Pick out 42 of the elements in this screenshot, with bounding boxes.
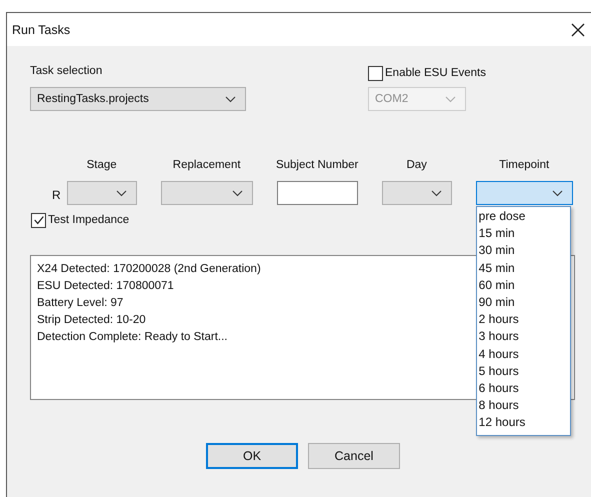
chevron-down-icon xyxy=(225,96,236,102)
cancel-button[interactable]: Cancel xyxy=(308,443,400,469)
chevron-down-icon xyxy=(116,190,127,196)
task-dropdown[interactable]: RestingTasks.projects xyxy=(30,87,246,111)
list-item[interactable]: pre dose xyxy=(478,208,570,226)
row-label: R xyxy=(52,188,61,204)
log-line: ESU Detected: 170800071 xyxy=(37,279,174,294)
chevron-down-icon xyxy=(232,190,243,196)
log-line: Strip Detected: 10-20 xyxy=(37,313,146,328)
list-item[interactable]: 4 hours xyxy=(478,346,570,363)
checkbox-label[interactable]: Enable ESU Events xyxy=(385,67,486,79)
chevron-down-icon xyxy=(552,190,563,196)
list-item[interactable]: 45 min xyxy=(478,260,570,277)
close-icon[interactable] xyxy=(571,22,585,36)
log-line: Battery Level: 97 xyxy=(37,296,124,311)
checkbox[interactable] xyxy=(31,212,46,228)
checkbox[interactable] xyxy=(368,66,383,80)
chevron-down-icon xyxy=(430,190,442,196)
log-line: X24 Detected: 170200028 (2nd Generation) xyxy=(37,262,261,277)
subject-number-field[interactable] xyxy=(276,181,358,205)
column-header: Replacement xyxy=(172,159,242,173)
list-item[interactable]: 2 hours xyxy=(478,311,570,328)
list-item[interactable]: 15 min xyxy=(478,225,570,242)
column-header: Timepoint xyxy=(498,159,550,173)
list-item[interactable]: 90 min xyxy=(478,294,570,312)
list-item[interactable]: 30 min xyxy=(478,242,570,260)
list-item[interactable]: 8 hours xyxy=(478,397,570,414)
list-item[interactable]: 3 hours xyxy=(478,328,570,346)
list-item[interactable]: 5 hours xyxy=(478,362,570,380)
log-line: Detection Complete: Ready to Start... xyxy=(37,330,228,345)
window-title: Run Tasks xyxy=(12,22,70,36)
field-label: Task selection xyxy=(30,65,104,79)
checkbox-label[interactable]: Test Impedance xyxy=(48,214,130,226)
dropdown[interactable] xyxy=(476,181,573,205)
ok-button[interactable]: OK xyxy=(206,443,298,469)
column-header: Day xyxy=(405,159,428,173)
chevron-down-icon xyxy=(445,96,456,102)
column-header: Stage xyxy=(86,159,118,173)
list-item[interactable]: 12 hours xyxy=(478,414,570,432)
column-header: Subject Number xyxy=(276,159,358,173)
list-item[interactable]: 60 min xyxy=(478,276,570,294)
list-item[interactable]: 6 hours xyxy=(478,380,570,398)
